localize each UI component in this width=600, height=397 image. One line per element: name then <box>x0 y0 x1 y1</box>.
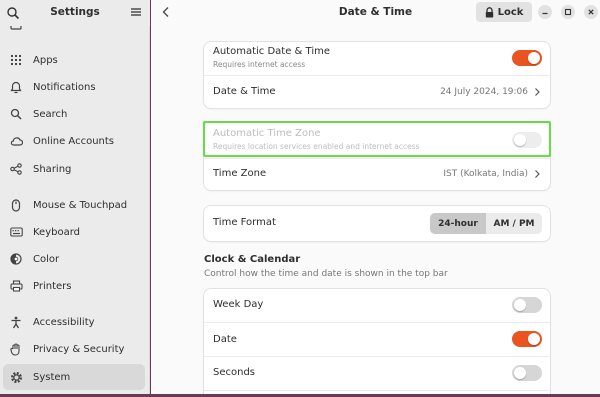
divider <box>204 390 550 391</box>
date-time-row[interactable]: Date & Time 24 July 2024, 19:06 <box>204 76 550 108</box>
format-24-hour-button[interactable]: 24-hour <box>430 213 486 234</box>
sidebar-item-label: Apps <box>33 54 58 66</box>
sidebar-item-label: Search <box>33 108 68 120</box>
automatic-time-zone-label: Automatic Time Zone <box>213 128 321 139</box>
time-zone-value: IST (Kolkata, India) <box>443 169 528 179</box>
sidebar-item-sharing[interactable]: Sharing <box>3 156 145 182</box>
week-day-label: Week Day <box>213 299 264 310</box>
sidebar-item-label: Keyboard <box>33 226 81 238</box>
clock-calendar-subtitle: Control how the time and date is shown i… <box>204 269 448 279</box>
accessibility-icon <box>9 315 23 329</box>
toggle-knob <box>514 299 526 311</box>
lock-button[interactable]: Lock <box>476 2 532 22</box>
sidebar-item-label: Printers <box>33 280 72 292</box>
sidebar-item-online-accounts[interactable]: Online Accounts <box>3 128 145 154</box>
main-panel: Date & Time Lock Automatic Date & Time R… <box>151 0 600 394</box>
seconds-toggle[interactable] <box>512 365 542 381</box>
toggle-knob <box>514 367 526 379</box>
sidebar-item-printers[interactable]: Printers <box>3 273 145 299</box>
sidebar-item-label: Color <box>33 253 60 265</box>
header-bar: Date & Time Lock <box>151 0 600 26</box>
sidebar-item-apps[interactable]: Apps <box>3 47 145 73</box>
seconds-label: Seconds <box>213 367 256 378</box>
sidebar-item-label: Accessibility <box>33 316 95 328</box>
toggle-knob <box>514 134 526 146</box>
time-format-selector: 24-hour AM / PM <box>430 213 542 234</box>
settings-window: Ubuntu Desktop Settings Apps Notificatio… <box>0 0 600 394</box>
maximize-icon <box>564 8 572 16</box>
automatic-date-time-toggle[interactable] <box>512 50 542 66</box>
automatic-time-zone-toggle[interactable] <box>512 132 542 148</box>
week-day-row: Week Day <box>204 289 550 322</box>
sidebar-item-search[interactable]: Search <box>3 101 145 127</box>
time-zone-label: Time Zone <box>213 168 267 179</box>
automatic-date-time-row: Automatic Date & Time Requires internet … <box>204 42 550 74</box>
week-day-toggle[interactable] <box>512 297 542 313</box>
minimize-button[interactable] <box>538 5 552 19</box>
hand-icon <box>9 342 23 356</box>
date-label: Date <box>213 334 237 345</box>
sidebar-item-system[interactable]: System <box>3 364 145 390</box>
cloud-icon <box>9 134 23 148</box>
automatic-date-time-subtitle: Requires internet access <box>213 60 306 69</box>
sidebar-item-label: Mouse & Touchpad <box>33 199 128 211</box>
keyboard-icon <box>9 225 23 239</box>
automatic-date-time-label: Automatic Date & Time <box>213 46 330 57</box>
close-button[interactable] <box>584 5 598 19</box>
format-am-pm-button[interactable]: AM / PM <box>486 213 542 234</box>
sidebar-item-keyboard[interactable]: Keyboard <box>3 219 145 245</box>
search-icon <box>9 107 23 121</box>
clock-calendar-card: Week Day Date Seconds <box>204 289 550 394</box>
lock-label: Lock <box>497 6 524 18</box>
chevron-right-icon <box>533 87 541 97</box>
sidebar-item-label: Online Accounts <box>33 135 115 147</box>
mouse-icon <box>9 198 23 212</box>
system-gear-icon <box>9 370 23 384</box>
close-icon <box>588 9 594 15</box>
date-time-label: Date & Time <box>213 86 276 97</box>
date-toggle[interactable] <box>512 331 542 347</box>
maximize-button[interactable] <box>561 5 575 19</box>
sidebar-title: Settings <box>50 6 100 18</box>
date-row: Date <box>204 323 550 356</box>
color-icon <box>9 252 23 266</box>
page-title: Date & Time <box>338 6 413 18</box>
sidebar-item-notifications[interactable]: Notifications <box>3 74 145 100</box>
bell-icon <box>9 80 23 94</box>
automatic-time-zone-subtitle: Requires location services enabled and i… <box>213 142 420 151</box>
sidebar-item-label: System <box>33 371 71 383</box>
time-zone-card: Automatic Time Zone Requires location se… <box>204 122 550 190</box>
hamburger-menu-icon[interactable] <box>130 6 142 18</box>
lock-icon <box>485 6 493 17</box>
date-time-value: 24 July 2024, 19:06 <box>440 87 528 97</box>
printer-icon <box>9 279 23 293</box>
sidebar-item-mouse-touchpad[interactable]: Mouse & Touchpad <box>3 192 145 218</box>
seconds-row: Seconds <box>204 357 550 390</box>
time-format-card: Time Format 24-hour AM / PM <box>204 206 550 241</box>
minimize-icon <box>542 12 548 15</box>
share-icon <box>9 162 23 176</box>
automatic-time-zone-row: Automatic Time Zone Requires location se… <box>204 122 550 156</box>
chevron-right-icon <box>533 169 541 179</box>
toggle-knob <box>528 333 540 345</box>
time-zone-row[interactable]: Time Zone IST (Kolkata, India) <box>204 159 550 190</box>
sidebar-item-accessibility[interactable]: Accessibility <box>3 309 145 335</box>
date-time-card: Automatic Date & Time Requires internet … <box>204 42 550 108</box>
sidebar-header: Settings <box>0 0 150 26</box>
clock-calendar-heading: Clock & Calendar <box>204 254 301 265</box>
toggle-knob <box>528 52 540 64</box>
time-format-label: Time Format <box>213 217 276 228</box>
apps-grid-icon <box>9 53 23 67</box>
sidebar-item-label: Notifications <box>33 81 96 93</box>
sidebar-item-label: Privacy & Security <box>33 343 125 355</box>
sidebar-item-label: Sharing <box>33 163 72 175</box>
sidebar-item-privacy-security[interactable]: Privacy & Security <box>3 336 145 362</box>
sidebar: Ubuntu Desktop Settings Apps Notificatio… <box>0 0 150 394</box>
sidebar-item-color[interactable]: Color <box>3 246 145 272</box>
